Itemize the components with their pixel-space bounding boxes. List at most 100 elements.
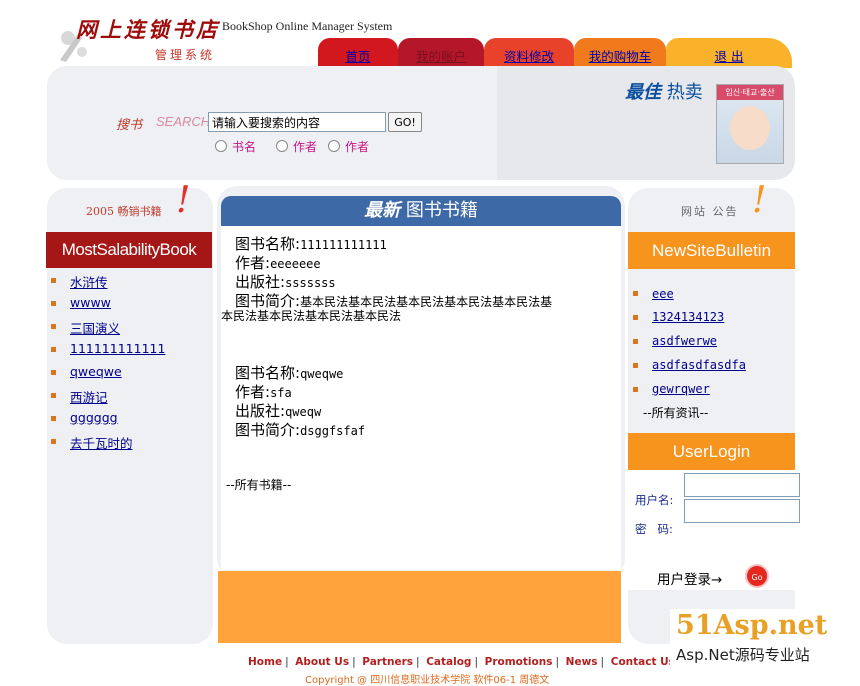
- book-author-row: 作者:sfa: [235, 381, 292, 402]
- footer-link-promotions[interactable]: Promotions: [485, 656, 553, 668]
- footer-link-catalog[interactable]: Catalog: [426, 656, 471, 668]
- username-label: 用户名:: [635, 493, 674, 507]
- book-name-label: 图书名称:: [235, 235, 301, 253]
- bestseller-link[interactable]: wwww: [70, 295, 111, 310]
- bestseller-link[interactable]: gggggg: [70, 410, 118, 425]
- bullet-icon: [51, 370, 56, 375]
- site-notice-heading: 网站 公告: [681, 205, 739, 218]
- new-books-title-bold: 最新: [364, 200, 401, 221]
- bestseller-banner: MostSalabilityBook: [46, 232, 212, 268]
- search-go-button[interactable]: GO!: [388, 112, 422, 132]
- tab-logout[interactable]: 退 出: [666, 38, 792, 68]
- tab-cart-link[interactable]: 我的购物车: [589, 49, 652, 64]
- book-name-row: 图书名称:qweqwe: [235, 362, 343, 383]
- radio-author[interactable]: 作者: [276, 138, 317, 155]
- bullet-icon: [51, 347, 56, 352]
- all-books-link[interactable]: --所有书籍--: [226, 476, 291, 493]
- baby-image-icon: [730, 106, 770, 150]
- bulletin-link[interactable]: eee: [652, 287, 674, 301]
- password-label: 密 码:: [635, 522, 673, 536]
- book-publisher-label: 出版社:: [235, 273, 286, 291]
- tab-account-link[interactable]: 我的账户: [416, 49, 466, 64]
- book-publisher-row: 出版社:qweqw: [235, 400, 321, 421]
- bullet-icon: [51, 393, 56, 398]
- bullet-icon: [51, 278, 56, 283]
- book-publisher-value: qweqw: [285, 405, 322, 419]
- footer-separator: |: [474, 656, 478, 668]
- book-intro-label: 图书简介:: [235, 421, 301, 439]
- footer-link-about[interactable]: About Us: [295, 656, 349, 668]
- bullet-icon: [51, 301, 56, 306]
- book-publisher-label: 出版社:: [235, 402, 286, 420]
- login-go-button[interactable]: Go: [745, 564, 769, 588]
- watermark-brand: 51Asp.net: [676, 610, 828, 641]
- bullet-icon: [51, 439, 56, 444]
- tab-home[interactable]: 首页: [318, 38, 398, 68]
- bullet-icon: [633, 363, 638, 368]
- book-author-value: eeeeeee: [270, 257, 321, 271]
- bulletin-link[interactable]: 1324134123: [652, 310, 724, 324]
- footer-separator: |: [416, 656, 420, 668]
- bulletin-link[interactable]: asdfwerwe: [652, 334, 717, 348]
- bullet-icon: [633, 315, 638, 320]
- book-publisher-row: 出版社:sssssss: [235, 271, 336, 292]
- footer-separator: |: [600, 656, 605, 668]
- bullet-icon: [51, 324, 56, 329]
- search-input[interactable]: [208, 112, 386, 132]
- tab-profile-link[interactable]: 资料修改: [504, 49, 554, 64]
- bestseller-link[interactable]: 111111111111: [70, 341, 165, 356]
- logo-title: 网上连锁书店: [76, 17, 220, 42]
- search-label-english: SEARCH: [156, 114, 211, 129]
- logo-subtitle: 管理系统: [155, 48, 216, 62]
- footer-separator: |: [352, 656, 356, 668]
- footer-separator: |: [555, 656, 560, 668]
- bestseller-link[interactable]: 去千瓦时的: [70, 433, 133, 452]
- book-author-label: 作者:: [235, 383, 271, 401]
- all-news-link[interactable]: --所有资讯--: [643, 404, 708, 421]
- radio-book-name[interactable]: 书名: [215, 138, 256, 155]
- radio-label: 书名: [232, 140, 257, 154]
- tab-account[interactable]: 我的账户: [398, 38, 484, 68]
- password-input[interactable]: [684, 499, 800, 523]
- radio-circle-icon[interactable]: [276, 140, 288, 152]
- book-name-value: qweqwe: [300, 367, 344, 381]
- promo-block: [218, 571, 621, 643]
- bulletin-banner: NewSiteBulletin: [628, 232, 795, 269]
- footer-link-contact[interactable]: Contact Us: [611, 656, 675, 668]
- hot-title-rest: 热卖: [666, 82, 703, 103]
- bulletin-link[interactable]: gewrqwer: [652, 382, 710, 396]
- book-name-label: 图书名称:: [235, 364, 301, 382]
- hot-book-cover[interactable]: 임신·태교·출산: [716, 84, 784, 164]
- footer-link-home[interactable]: Home: [248, 656, 282, 668]
- bullet-icon: [633, 291, 638, 296]
- bestseller-link[interactable]: 西游记: [70, 387, 108, 406]
- footer-link-news[interactable]: News: [566, 656, 598, 668]
- tab-profile[interactable]: 资料修改: [484, 38, 574, 68]
- radio-circle-icon[interactable]: [215, 140, 227, 152]
- footer-link-partners[interactable]: Partners: [362, 656, 413, 668]
- logo-english: BookShop Online Manager System: [222, 19, 393, 33]
- book-author-row: 作者:eeeeeee: [235, 252, 321, 273]
- bestseller-link[interactable]: 三国演义: [70, 318, 120, 337]
- exclamation-icon: !: [752, 180, 767, 221]
- book-intro-row: 图书简介:dsggfsfaf: [235, 419, 365, 440]
- bulletin-link[interactable]: asdfasdfasdfa: [652, 358, 746, 372]
- tab-home-link[interactable]: 首页: [345, 49, 370, 64]
- book-name-row: 图书名称:111111111111: [235, 233, 387, 254]
- book-name-value: 111111111111: [300, 238, 387, 252]
- hot-sale-title: 最佳 热卖: [625, 78, 703, 104]
- tab-logout-link[interactable]: 退 出: [715, 49, 744, 64]
- book-intro-value: dsggfsfaf: [300, 424, 366, 438]
- username-input[interactable]: [684, 473, 800, 497]
- bullet-icon: [633, 339, 638, 344]
- hot-book-cover-title: 임신·태교·출산: [717, 85, 783, 100]
- exclamation-icon: !: [176, 180, 191, 221]
- bestseller-link[interactable]: qweqwe: [70, 364, 122, 379]
- radio-author-2[interactable]: 作者: [328, 138, 369, 155]
- radio-circle-icon[interactable]: [328, 140, 340, 152]
- tab-cart[interactable]: 我的购物车: [574, 38, 666, 68]
- bestseller-link[interactable]: 水浒传: [70, 272, 108, 291]
- footer-separator: |: [285, 656, 289, 668]
- book-publisher-value: sssssss: [285, 276, 336, 290]
- user-login-banner: UserLogin: [628, 433, 795, 470]
